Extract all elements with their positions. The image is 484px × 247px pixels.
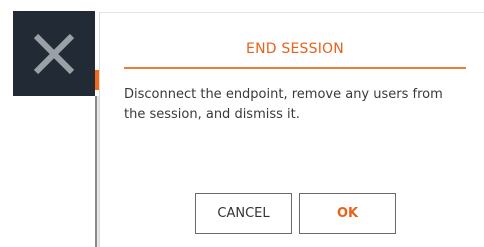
ok-button[interactable]: OK bbox=[299, 193, 396, 234]
close-icon bbox=[31, 31, 77, 77]
dialog-title: END SESSION bbox=[124, 37, 466, 69]
close-button[interactable] bbox=[13, 11, 95, 96]
dialog-message: Disconnect the endpoint, remove any user… bbox=[124, 87, 443, 122]
screen: END SESSION Disconnect the endpoint, rem… bbox=[0, 0, 484, 247]
cancel-button[interactable]: CANCEL bbox=[195, 193, 292, 234]
end-session-dialog: END SESSION Disconnect the endpoint, rem… bbox=[99, 12, 484, 247]
